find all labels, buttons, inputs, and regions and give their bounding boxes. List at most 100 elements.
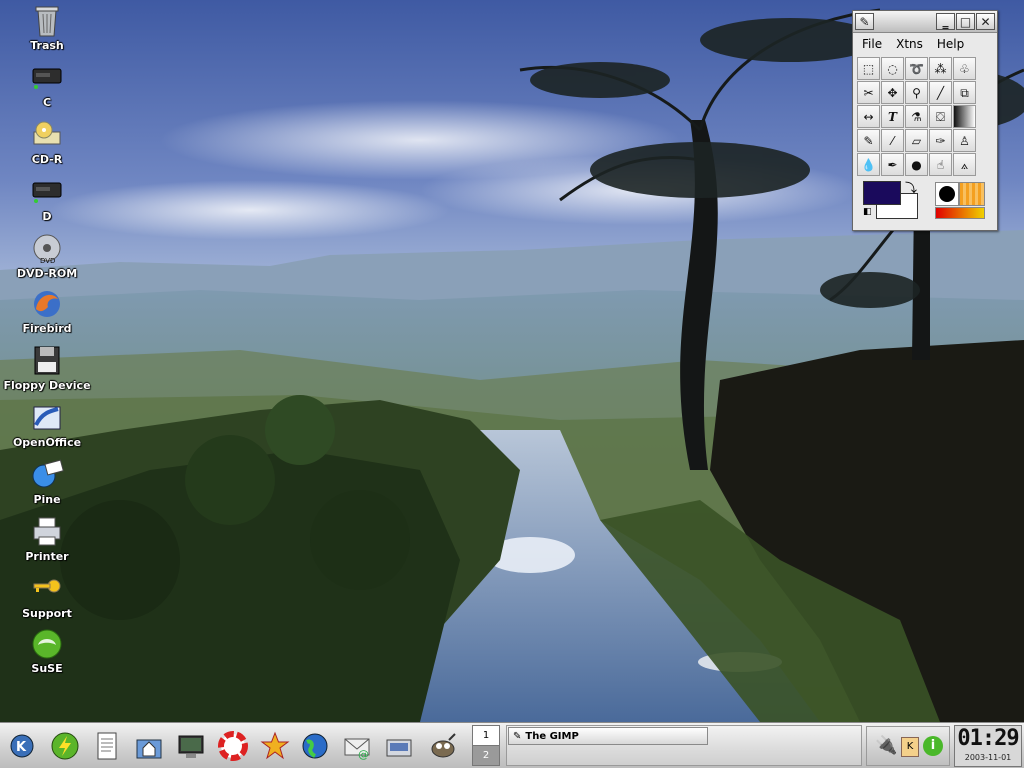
help-button[interactable] — [214, 727, 252, 765]
move-tool-icon[interactable]: ✥ — [881, 81, 904, 104]
dvd-icon: DVD — [33, 234, 61, 265]
openoffice-icon — [33, 406, 61, 430]
power-button[interactable] — [46, 727, 84, 765]
scissors-tool-icon[interactable]: ✂ — [857, 81, 880, 104]
minimize-icon[interactable]: ‗ — [936, 13, 955, 30]
scanner-icon — [386, 739, 412, 757]
gimp-menubar: File Xtns Help — [853, 33, 997, 55]
pager-desktop-1[interactable]: 1 — [473, 726, 499, 746]
desktop-icon-firebird[interactable]: Firebird — [0, 287, 94, 343]
lasso-select-tool-icon[interactable]: ➰ — [905, 57, 928, 80]
swap-colors-icon[interactable]: ⤵ — [905, 179, 917, 196]
desktop-icon-support[interactable]: Support — [0, 572, 94, 628]
text-editor-button[interactable] — [88, 727, 126, 765]
desktop-icon-label: Support — [22, 607, 72, 620]
foreground-color-swatch[interactable] — [863, 181, 901, 205]
clock-date: 2003-11-01 — [964, 753, 1012, 762]
desktop-icon-d-drive[interactable]: D — [0, 175, 94, 231]
bucket-fill-tool-icon[interactable]: ⛋ — [929, 105, 952, 128]
svg-text:@: @ — [358, 748, 369, 761]
desktop-icon-c-drive[interactable]: C — [0, 61, 94, 117]
gradient-preview[interactable] — [935, 207, 985, 219]
terminal-button[interactable] — [172, 727, 210, 765]
pencil-tool-icon[interactable]: ✎ — [857, 129, 880, 152]
window-titlebar[interactable]: ✎ ‗ □ ✕ — [853, 11, 997, 33]
default-colors-icon[interactable]: ◧ — [863, 207, 872, 217]
desktop-pager: 1 2 — [472, 725, 500, 766]
desktop-icon-label: CD-R — [31, 153, 63, 166]
flip-tool-icon[interactable]: ↔ — [857, 105, 880, 128]
desktop-icon-label: Pine — [33, 493, 61, 506]
desktop-icon-label: Printer — [25, 550, 69, 563]
system-tray: 🔌 K i — [866, 726, 950, 766]
tool-grid: ⬚ ◌ ➰ ⁂ ♧ ✂ ✥ ⚲ ╱ ⧉ ↔ T ⚗ ⛋ ✎ ⁄ ▱ ✑ ♙ 💧 … — [857, 57, 997, 176]
mail-globe-icon — [32, 459, 64, 488]
taskbar-button-gimp[interactable]: ✎ The GIMP — [508, 727, 708, 745]
rect-select-tool-icon[interactable]: ⬚ — [857, 57, 880, 80]
info-icon[interactable]: i — [923, 736, 943, 756]
desktop-icon-floppy[interactable]: Floppy Device — [0, 344, 94, 400]
zoom-tool-icon[interactable]: ⚲ — [905, 81, 928, 104]
konqueror-button[interactable] — [256, 727, 294, 765]
home-folder-button[interactable] — [130, 727, 168, 765]
brush-preview[interactable] — [935, 182, 959, 206]
menu-xtns[interactable]: Xtns — [896, 37, 923, 51]
kde-menu-button[interactable]: K — [3, 727, 41, 765]
kde-menu-icon: K — [10, 734, 34, 758]
clone-stamp-tool-icon[interactable]: ♙ — [953, 129, 976, 152]
airbrush-tool-icon[interactable]: ✑ — [929, 129, 952, 152]
klipper-icon[interactable]: K — [901, 737, 919, 757]
kde-panel: K @ 1 2 ✎ The GIMP 🔌 K i 01:29 2003-11-0… — [0, 722, 1024, 768]
browser-button[interactable] — [296, 727, 334, 765]
desktop-icon-trash[interactable]: Trash — [0, 4, 94, 60]
blend-tool-icon[interactable] — [953, 105, 976, 128]
close-icon[interactable]: ✕ — [976, 13, 995, 30]
task-label: The GIMP — [525, 730, 579, 742]
hard-drive-icon — [32, 182, 62, 203]
firebird-browser-icon — [34, 291, 60, 317]
mail-icon: @ — [344, 738, 370, 761]
magic-wand-tool-icon[interactable]: ⁂ — [929, 57, 952, 80]
window-menu-icon[interactable]: ✎ — [855, 13, 874, 30]
network-plug-icon[interactable]: 🔌 — [875, 735, 897, 756]
gimp-task-icon: ✎ — [513, 730, 522, 742]
clock[interactable]: 01:29 2003-11-01 — [954, 725, 1022, 767]
measure-tool-icon[interactable]: ⟑ — [953, 153, 976, 176]
maximize-icon[interactable]: □ — [956, 13, 975, 30]
text-tool-icon[interactable]: T — [881, 105, 904, 128]
ink-tool-icon[interactable]: ✒ — [881, 153, 904, 176]
paintbrush-tool-icon[interactable]: ⁄ — [881, 129, 904, 152]
brush-circle-icon — [939, 186, 955, 202]
desktop-icon-pine[interactable]: Pine — [0, 458, 94, 514]
desktop-icon-printer[interactable]: Printer — [0, 515, 94, 571]
gimp-button[interactable] — [424, 727, 462, 765]
color-panel: ⤵ ◧ — [853, 179, 997, 223]
desktop-icon-suse[interactable]: SuSE — [0, 627, 94, 683]
desktop-icon-openoffice[interactable]: OpenOffice — [0, 401, 94, 457]
help-lifebuoy-icon — [218, 731, 248, 761]
dodge-burn-tool-icon[interactable]: ● — [905, 153, 928, 176]
pager-desktop-2[interactable]: 2 — [473, 746, 499, 765]
desktop-icon-dvd-rom[interactable]: DVD DVD-ROM — [0, 232, 94, 288]
crop-tool-icon[interactable]: ╱ — [929, 81, 952, 104]
pattern-preview[interactable] — [959, 182, 985, 206]
suse-chameleon-icon — [32, 629, 62, 659]
scanner-button[interactable] — [380, 727, 418, 765]
color-picker-tool-icon[interactable]: ⚗ — [905, 105, 928, 128]
hard-drive-icon — [32, 68, 62, 89]
mail-button[interactable]: @ — [338, 727, 376, 765]
smudge-tool-icon[interactable]: ☝ — [929, 153, 952, 176]
transform-tool-icon[interactable]: ⧉ — [953, 81, 976, 104]
desktop-icon-cd-r[interactable]: CD-R — [0, 118, 94, 174]
home-folder-icon — [136, 739, 162, 759]
cd-writer-icon — [33, 121, 61, 145]
convolve-tool-icon[interactable]: 💧 — [857, 153, 880, 176]
monitor-icon — [178, 735, 204, 758]
eraser-tool-icon[interactable]: ▱ — [905, 129, 928, 152]
bezier-select-tool-icon[interactable]: ♧ — [953, 57, 976, 80]
ellipse-select-tool-icon[interactable]: ◌ — [881, 57, 904, 80]
menu-file[interactable]: File — [862, 37, 882, 51]
key-icon — [33, 579, 61, 593]
menu-help[interactable]: Help — [937, 37, 964, 51]
floppy-icon — [34, 346, 60, 375]
